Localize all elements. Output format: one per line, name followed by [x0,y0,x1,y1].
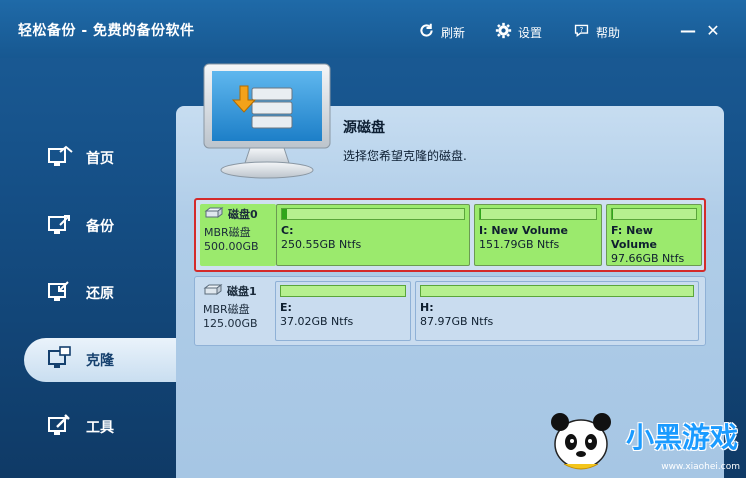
partition-f[interactable]: F: New Volume 97.66GB Ntfs [606,204,702,266]
sidebar-item-label: 备份 [86,219,114,235]
panda-logo-icon [551,413,611,470]
partition-c[interactable]: C: 250.55GB Ntfs [276,204,470,266]
partition-name: F: New Volume [611,224,657,251]
help-label: 帮助 [596,25,621,40]
usage-bar [479,208,597,220]
usage-fill [612,209,613,219]
partition-size: 87.97GB Ntfs [420,315,494,328]
disk-row-1[interactable]: 磁盘1 MBR磁盘 125.00GB E: 37.02GB Ntfs H: 87… [194,276,706,346]
sidebar-item-label: 还原 [86,286,114,302]
help-button[interactable]: ? 帮助 [573,22,620,42]
partition-name: E: [280,301,292,314]
disk-size: 125.00GB [203,317,258,330]
close-button[interactable]: ✕ [703,20,723,40]
gear-icon [495,22,512,42]
app-title: 轻松备份 - 免费的备份软件 [18,23,195,39]
disk-clone-illustration-icon [200,62,336,180]
refresh-label: 刷新 [441,25,466,40]
app-window: 轻松备份 - 免费的备份软件 刷新 设置 ? 帮助 — ✕ 首页 备份 还原 克… [0,0,746,478]
tools-icon [46,412,74,442]
refresh-icon [418,22,435,42]
page-title: 源磁盘 [343,120,385,136]
partition-size: 37.02GB Ntfs [280,315,354,328]
watermark-brand: 小黑游戏 [625,421,738,454]
title-bar: 轻松备份 - 免费的备份软件 刷新 设置 ? 帮助 — ✕ [0,0,746,58]
partition-size: 97.66GB Ntfs [611,252,685,265]
help-icon: ? [573,22,590,42]
disk-info: 磁盘1 MBR磁盘 125.00GB [199,281,275,343]
clone-icon [46,345,74,375]
backup-icon [46,211,74,241]
svg-text:?: ? [580,26,584,34]
usage-bar [280,285,406,297]
partition-h[interactable]: H: 87.97GB Ntfs [415,281,699,341]
settings-label: 设置 [518,25,543,40]
usage-bar [611,208,697,220]
usage-bar [281,208,465,220]
disk-type: MBR磁盘 [203,303,250,316]
disk-size: 500.00GB [204,240,259,253]
refresh-button[interactable]: 刷新 [418,22,465,42]
minimize-button[interactable]: — [678,20,698,40]
disk-row-0[interactable]: 磁盘0 MBR磁盘 500.00GB C: 250.55GB Ntfs I: N… [194,198,706,272]
sidebar-item-home[interactable]: 首页 [24,136,176,180]
disk-name: 磁盘1 [227,285,257,298]
page-subtitle: 选择您希望克隆的磁盘. [343,149,467,163]
usage-fill [282,209,288,219]
partition-size: 250.55GB Ntfs [281,238,362,251]
partition-name: C: [281,224,294,237]
disk-icon [204,206,224,222]
partition-name: I: New Volume [479,224,568,237]
watermark-url: www.xiaohei.com [661,462,740,472]
watermark: 小黑游戏 www.xiaohei.com [546,398,746,478]
disk-name: 磁盘0 [228,208,258,221]
sidebar-item-restore[interactable]: 还原 [24,271,176,315]
sidebar-item-backup[interactable]: 备份 [24,204,176,248]
disk-icon [203,283,223,299]
usage-bar [420,285,694,297]
partition-e[interactable]: E: 37.02GB Ntfs [275,281,411,341]
sidebar-item-label: 克隆 [86,353,114,369]
usage-fill [480,209,482,219]
disk-type: MBR磁盘 [204,226,251,239]
restore-icon [46,278,74,308]
sidebar-item-label: 首页 [86,151,114,167]
partition-name: H: [420,301,434,314]
sidebar-item-label: 工具 [86,420,114,436]
home-icon [46,143,74,173]
partition-size: 151.79GB Ntfs [479,238,560,251]
settings-button[interactable]: 设置 [495,22,542,42]
disk-info: 磁盘0 MBR磁盘 500.00GB [200,204,276,266]
sidebar-item-clone[interactable]: 克隆 [24,338,176,382]
sidebar-item-tools[interactable]: 工具 [24,405,176,449]
partition-i[interactable]: I: New Volume 151.79GB Ntfs [474,204,602,266]
